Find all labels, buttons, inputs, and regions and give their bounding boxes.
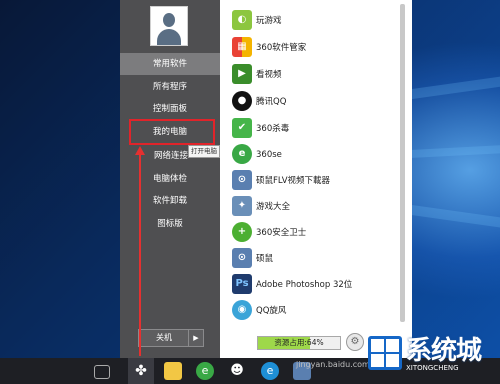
shutdown-options-arrow-icon[interactable]: ▶	[188, 330, 203, 346]
app-label: 360杀毒	[256, 124, 290, 134]
360-browser-icon[interactable]: e	[196, 362, 214, 380]
app-label: 看视频	[256, 70, 282, 80]
qq-whirlwind-icon: ◉	[232, 300, 252, 320]
watermark-text: jingyan.baidu.com	[296, 360, 370, 369]
browser-icon: e	[232, 144, 252, 164]
app-item-game-collection[interactable]: ✦ 游戏大全	[228, 193, 396, 221]
app-item-flv-downloader[interactable]: ⊙ 硕鼠FLV视频下載器	[228, 167, 396, 195]
shutdown-button[interactable]: 关机 ▶	[138, 329, 204, 347]
tooltip: 打开电脑	[188, 145, 220, 158]
mouse-downloader-icon: ⊙	[232, 170, 252, 190]
logo-subtext: XITONGCHENG	[406, 364, 459, 372]
app-item-watch-video[interactable]: ▶ 看视频	[228, 61, 396, 89]
app-item-play-games[interactable]: ◐ 玩游戏	[228, 7, 396, 35]
app-item-photoshop[interactable]: Ps Adobe Photoshop 32位	[228, 271, 396, 299]
app-label: 游戏大全	[256, 202, 291, 212]
shutdown-label: 关机	[156, 333, 172, 342]
app-list-scrollbar[interactable]	[400, 4, 405, 322]
app-item-360-antivirus[interactable]: ✔ 360杀毒	[228, 115, 396, 143]
software-manager-icon: ▦	[232, 37, 252, 57]
logo-text: 系统城	[406, 336, 482, 366]
app-label: 360安全卫士	[256, 228, 307, 238]
ie-icon[interactable]: e	[261, 362, 279, 380]
app-label: 硕鼠	[256, 254, 274, 264]
antivirus-shield-icon: ✔	[232, 118, 252, 138]
qq-icon[interactable]: ☻	[228, 362, 246, 380]
light-beam	[405, 74, 500, 100]
site-logo: 系统城 XITONGCHENG	[362, 326, 500, 380]
app-label: 硕鼠FLV视频下載器	[256, 176, 331, 186]
menu-item-all-programs[interactable]: 所有程序	[120, 76, 220, 98]
avatar-head-icon	[163, 13, 175, 27]
games-collection-icon: ✦	[232, 196, 252, 216]
app-label: 腾讯QQ	[256, 97, 287, 107]
app-label: 玩游戏	[256, 16, 282, 26]
app-item-shuoshu[interactable]: ⊙ 硕鼠	[228, 245, 396, 273]
menu-item-pc-checkup[interactable]: 电脑体检	[120, 168, 220, 190]
resource-usage-label: 资源占用:64%	[274, 338, 324, 347]
app-item-software-manager[interactable]: ▦ 360软件管家	[228, 34, 396, 62]
user-avatar[interactable]	[150, 6, 188, 46]
light-beam	[410, 144, 500, 158]
app-label: 360软件管家	[256, 43, 307, 53]
task-view-icon[interactable]	[94, 365, 110, 379]
menu-item-control-panel[interactable]: 控制面板	[120, 98, 220, 120]
app-item-360-security[interactable]: + 360安全卫士	[228, 219, 396, 247]
file-explorer-icon[interactable]	[164, 362, 182, 380]
red-arrow-head-icon	[135, 146, 145, 155]
app-label: 360se	[256, 150, 282, 160]
menu-item-common-software[interactable]: 常用软件	[120, 53, 220, 75]
desktop-shade	[0, 0, 120, 358]
app-item-360se[interactable]: e 360se	[228, 141, 396, 169]
security-guard-icon: +	[232, 222, 252, 242]
windows-logo-icon	[368, 336, 402, 370]
qq-penguin-icon: ●	[232, 91, 252, 111]
app-item-qq[interactable]: ● 腾讯QQ	[228, 88, 396, 116]
red-arrow-shaft	[139, 152, 141, 356]
app-item-qq-whirlwind[interactable]: ◉ QQ旋风	[228, 297, 396, 325]
photoshop-icon: Ps	[232, 274, 252, 294]
video-icon: ▶	[232, 64, 252, 84]
light-beam	[410, 205, 500, 231]
gamepad-icon: ◐	[232, 10, 252, 30]
red-highlight-box	[129, 119, 215, 145]
mouse-icon: ⊙	[232, 248, 252, 268]
app-label: Adobe Photoshop 32位	[256, 280, 353, 290]
app-label: QQ旋风	[256, 306, 287, 316]
fan-start-icon[interactable]: ✤	[132, 362, 150, 380]
menu-item-uninstall[interactable]: 软件卸载	[120, 190, 220, 212]
menu-item-icon-view[interactable]: 图标版	[120, 213, 220, 235]
resource-usage-bar[interactable]: 资源占用:64%	[257, 336, 341, 350]
avatar-body-icon	[157, 29, 181, 45]
